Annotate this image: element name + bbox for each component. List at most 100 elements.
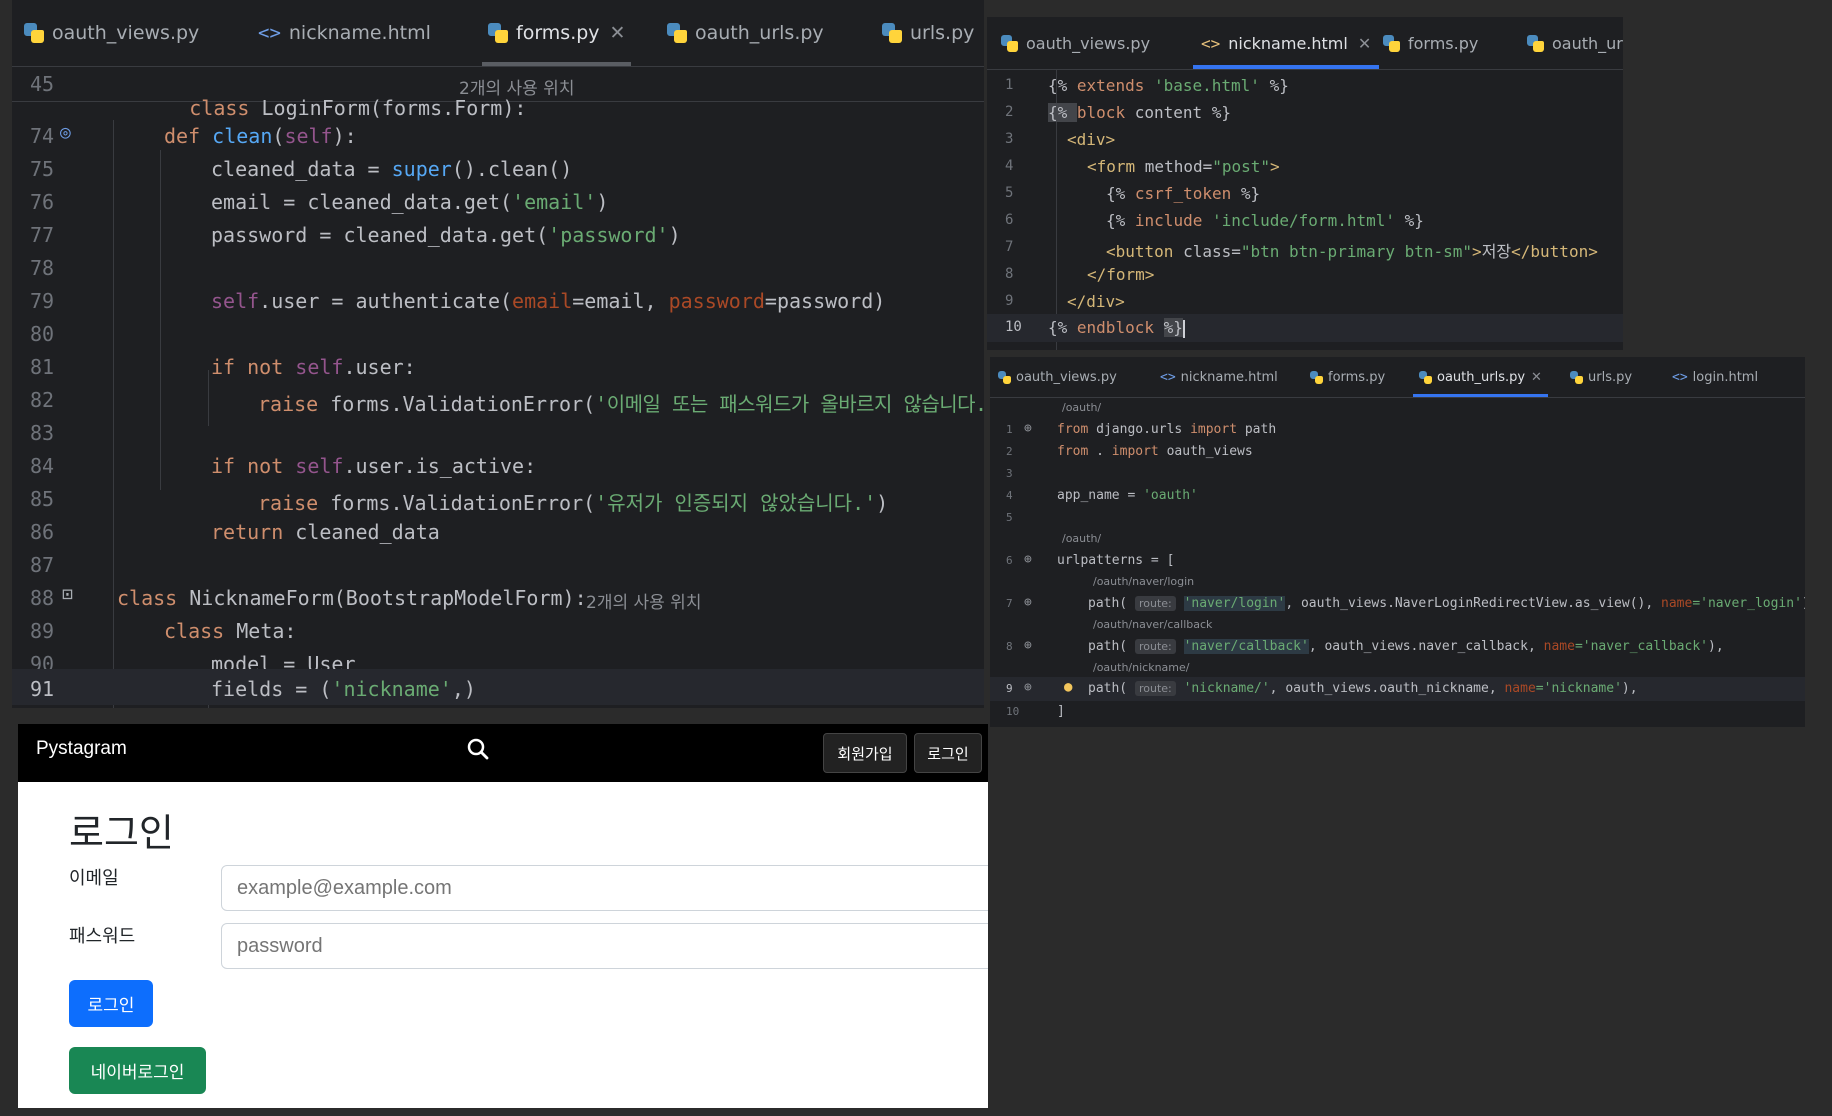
- route-hint[interactable]: /oauth/naver/login: [1093, 575, 1194, 588]
- code-line: 82 raise forms.ValidationError('이메일 또는 패…: [30, 388, 984, 416]
- code-line: 85 raise forms.ValidationError('유저가 인증되지…: [30, 487, 889, 515]
- close-icon[interactable]: ✕: [1358, 34, 1371, 53]
- close-icon[interactable]: ✕: [610, 22, 626, 44]
- email-field[interactable]: [221, 865, 988, 911]
- code-line: 81 if not self.user:: [30, 355, 416, 379]
- active-tab-indicator: [482, 62, 632, 66]
- urls-code[interactable]: /oauth/ 1 ⊕ from django.urls import path 2…: [990, 398, 1805, 727]
- code-line: 1 ⊕ from django.urls import path: [1006, 421, 1277, 437]
- python-icon: [667, 23, 687, 43]
- current-code-line: 9 ● ⊕ path( route: 'nickname/', oauth_views…: [990, 677, 1805, 701]
- code-line: 2 from . import oauth_views: [1006, 444, 1253, 459]
- tab-oauth-views[interactable]: oauth_views.py: [998, 357, 1117, 397]
- python-icon: [488, 23, 508, 43]
- code-line: 5: [1006, 511, 1013, 524]
- code-line: 79 self.user = authenticate(email=email,…: [30, 289, 886, 313]
- code-line: 77 password = cleaned_data.get('password…: [30, 223, 681, 247]
- tab-oauth-views[interactable]: oauth_views.py: [1001, 17, 1150, 69]
- forms-tabbar: oauth_views.py <> nickname.html forms.py…: [12, 0, 984, 67]
- python-icon: [1570, 370, 1583, 384]
- active-tab-indicator: [1413, 394, 1548, 397]
- login-page: Pystagram 회원가입 로그인 로그인 이메일 패스워드 로그인 네이버로…: [18, 724, 988, 1108]
- code-line: 83: [30, 421, 55, 445]
- tab-oauth-urls[interactable]: oauth_urls.py: [667, 0, 824, 66]
- tab-urls-py[interactable]: urls.py: [882, 0, 974, 66]
- code-line: 80: [30, 322, 55, 346]
- tab-oauth-urls[interactable]: oauth_url: [1527, 17, 1623, 69]
- tab-oauth-urls[interactable]: oauth_urls.py ✕: [1413, 357, 1548, 397]
- code-line: 8 ⊕ path( route: 'naver/callback', oauth_v…: [1006, 638, 1724, 654]
- globe-icon[interactable]: ⊕: [1024, 638, 1032, 653]
- code-line: 78: [30, 256, 55, 280]
- globe-icon[interactable]: ⊕: [1024, 552, 1032, 567]
- globe-icon[interactable]: ⊕: [1024, 680, 1032, 695]
- current-code-line: 91 fields = ('nickname',): [12, 669, 984, 705]
- lightbulb-icon[interactable]: ●: [1064, 679, 1072, 695]
- login-button[interactable]: 로그인: [69, 980, 153, 1027]
- code-line: 87: [30, 553, 55, 577]
- nickname-editor: oauth_views.py <> nickname.html ✕ forms.…: [987, 17, 1623, 350]
- tab-oauth-views[interactable]: oauth_views.py: [24, 0, 199, 66]
- code-line: 88 ⊡ class NicknameForm(BootstrapModelFo…: [30, 584, 702, 613]
- brand-logo[interactable]: Pystagram: [36, 738, 127, 760]
- login-nav-button[interactable]: 로그인: [914, 733, 982, 773]
- code-line: 3: [1006, 467, 1013, 480]
- route-hint[interactable]: /oauth/: [1062, 532, 1101, 545]
- code-line: 4 <form method="post">: [1005, 157, 1280, 176]
- nickname-tabbar: oauth_views.py <> nickname.html ✕ forms.…: [987, 17, 1623, 70]
- text-cursor: [1182, 319, 1185, 338]
- sticky-class-header[interactable]: 45 class LoginForm(forms.Form): 2개의 사용 위…: [12, 67, 984, 120]
- implementation-gutter-icon[interactable]: ⊡: [62, 584, 73, 605]
- signup-button[interactable]: 회원가입: [823, 733, 907, 773]
- tab-urls-py[interactable]: urls.py: [1570, 357, 1632, 397]
- python-icon: [1419, 370, 1432, 384]
- search-icon[interactable]: [467, 738, 489, 760]
- code-line: 10]: [1006, 704, 1065, 719]
- urls-tabbar: oauth_views.py <> nickname.html forms.py…: [990, 357, 1805, 398]
- tab-login-html[interactable]: <> login.html: [1672, 357, 1758, 397]
- code-line: 8 </form>: [1005, 265, 1155, 284]
- usage-hint[interactable]: 2개의 사용 위치: [459, 74, 574, 99]
- tab-forms-py[interactable]: forms.py: [1310, 357, 1385, 397]
- close-icon[interactable]: ✕: [1531, 370, 1542, 385]
- route-hint[interactable]: /oauth/nickname/: [1093, 661, 1190, 674]
- code-line: 6 {% include 'include/form.html' %}: [1005, 211, 1424, 230]
- code-line: 84 if not self.user.is_active:: [30, 454, 537, 478]
- parameter-hint: route:: [1134, 596, 1176, 611]
- tab-nickname-html[interactable]: <> nickname.html: [1160, 357, 1278, 397]
- forms-code[interactable]: 74 ◎ def clean(self): 75 cleaned_data = …: [12, 102, 984, 708]
- override-gutter-icon[interactable]: ◎: [60, 122, 71, 143]
- urls-editor: oauth_views.py <> nickname.html forms.py…: [990, 357, 1805, 727]
- code-line: 5 {% csrf_token %}: [1005, 184, 1261, 203]
- usage-hint[interactable]: 2개의 사용 위치: [586, 588, 701, 613]
- navbar: Pystagram 회원가입 로그인: [18, 724, 988, 782]
- code-line: 3 <div>: [1005, 130, 1116, 149]
- html-icon: <>: [1201, 33, 1221, 53]
- tab-nickname-html[interactable]: <> nickname.html ✕: [1193, 17, 1380, 69]
- code-line: 74 ◎ def clean(self):: [30, 122, 357, 148]
- code-line: 89 class Meta:: [30, 619, 297, 643]
- code-line: 76 email = cleaned_data.get('email'): [30, 190, 609, 214]
- route-hint[interactable]: /oauth/: [1062, 401, 1101, 414]
- route-hint[interactable]: /oauth/naver/callback: [1093, 618, 1212, 631]
- parameter-hint: route:: [1134, 639, 1176, 654]
- python-icon: [1001, 34, 1018, 52]
- naver-login-button[interactable]: 네이버로그인: [69, 1047, 206, 1094]
- code-line: 4 app_name = 'oauth': [1006, 488, 1198, 503]
- code-line: 6 ⊕ urlpatterns = [: [1006, 552, 1175, 568]
- tab-nickname-html[interactable]: <> nickname.html: [258, 0, 431, 66]
- python-icon: [998, 370, 1011, 384]
- globe-icon[interactable]: ⊕: [1024, 421, 1032, 436]
- line-number: 45: [30, 72, 55, 96]
- nickname-code[interactable]: 1 {% extends 'base.html' %} 2 {% block con…: [987, 70, 1623, 350]
- globe-icon[interactable]: ⊕: [1024, 595, 1032, 610]
- html-icon: <>: [1672, 369, 1688, 385]
- tab-forms-py[interactable]: forms.py: [1383, 17, 1478, 69]
- tab-forms-py[interactable]: forms.py ✕: [482, 0, 632, 66]
- password-field[interactable]: [221, 923, 988, 969]
- code-line: 9 </div>: [1005, 292, 1125, 311]
- python-icon: [1527, 34, 1544, 52]
- code-line: 75 cleaned_data = super().clean(): [30, 157, 573, 181]
- python-icon: [1383, 34, 1400, 52]
- page-title: 로그인: [69, 811, 174, 855]
